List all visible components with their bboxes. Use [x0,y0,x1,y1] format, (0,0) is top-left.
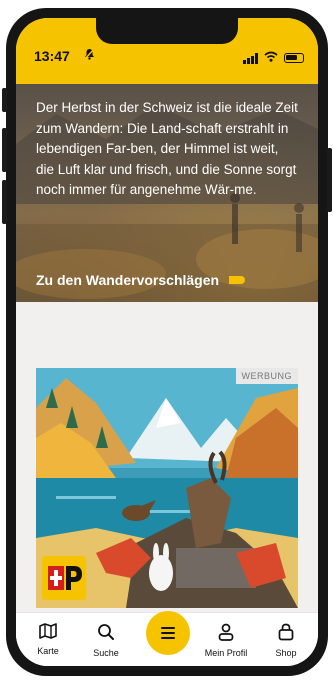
bottom-tab-bar: Karte Suche Mein Profil Shop [16,611,318,666]
menu-icon [161,627,175,629]
tab-karte[interactable]: Karte [20,623,76,656]
hiking-suggestions-label: Zu den Wandervorschlägen [36,272,220,288]
mute-switch [2,88,7,112]
tab-mein-profil-label: Mein Profil [204,648,248,658]
signal-icon [243,52,258,64]
tab-shop[interactable]: Shop [258,623,314,658]
hero-banner: Der Herbst in der Schweiz ist die ideale… [16,84,318,302]
power-button [327,148,332,212]
tab-suche-label: Suche [93,648,119,658]
notch [96,18,238,44]
shopping-bag-icon [277,623,295,645]
arrow-right-icon [229,276,246,284]
status-bar: 13:47 [16,18,318,84]
bell-muted-icon [84,48,95,63]
search-icon [97,624,115,645]
status-time: 13:47 [34,48,70,64]
volume-up-button [2,128,7,172]
battery-icon [284,53,304,63]
menu-button[interactable] [146,611,190,655]
status-icons [243,49,304,67]
tab-karte-label: Karte [37,646,59,656]
phone-frame: 13:47 Der Herbst in der Schweiz ist die … [2,8,332,676]
tab-suche[interactable]: Suche [78,623,134,658]
tab-mein-profil[interactable]: Mein Profil [198,623,254,658]
hero-text: Der Herbst in der Schweiz ist die ideale… [36,100,298,197]
screen: 13:47 Der Herbst in der Schweiz ist die … [16,18,318,666]
ad-label: WERBUNG [235,368,298,384]
hiking-suggestions-link[interactable]: Zu den Wandervorschlägen [36,272,246,288]
person-icon [217,623,235,645]
tab-shop-label: Shop [275,648,297,658]
post-logo-icon [42,556,86,600]
volume-down-button [2,180,7,224]
advertisement-banner[interactable]: WERBUNG [36,368,298,608]
wifi-icon [264,49,278,67]
map-icon [39,623,57,643]
